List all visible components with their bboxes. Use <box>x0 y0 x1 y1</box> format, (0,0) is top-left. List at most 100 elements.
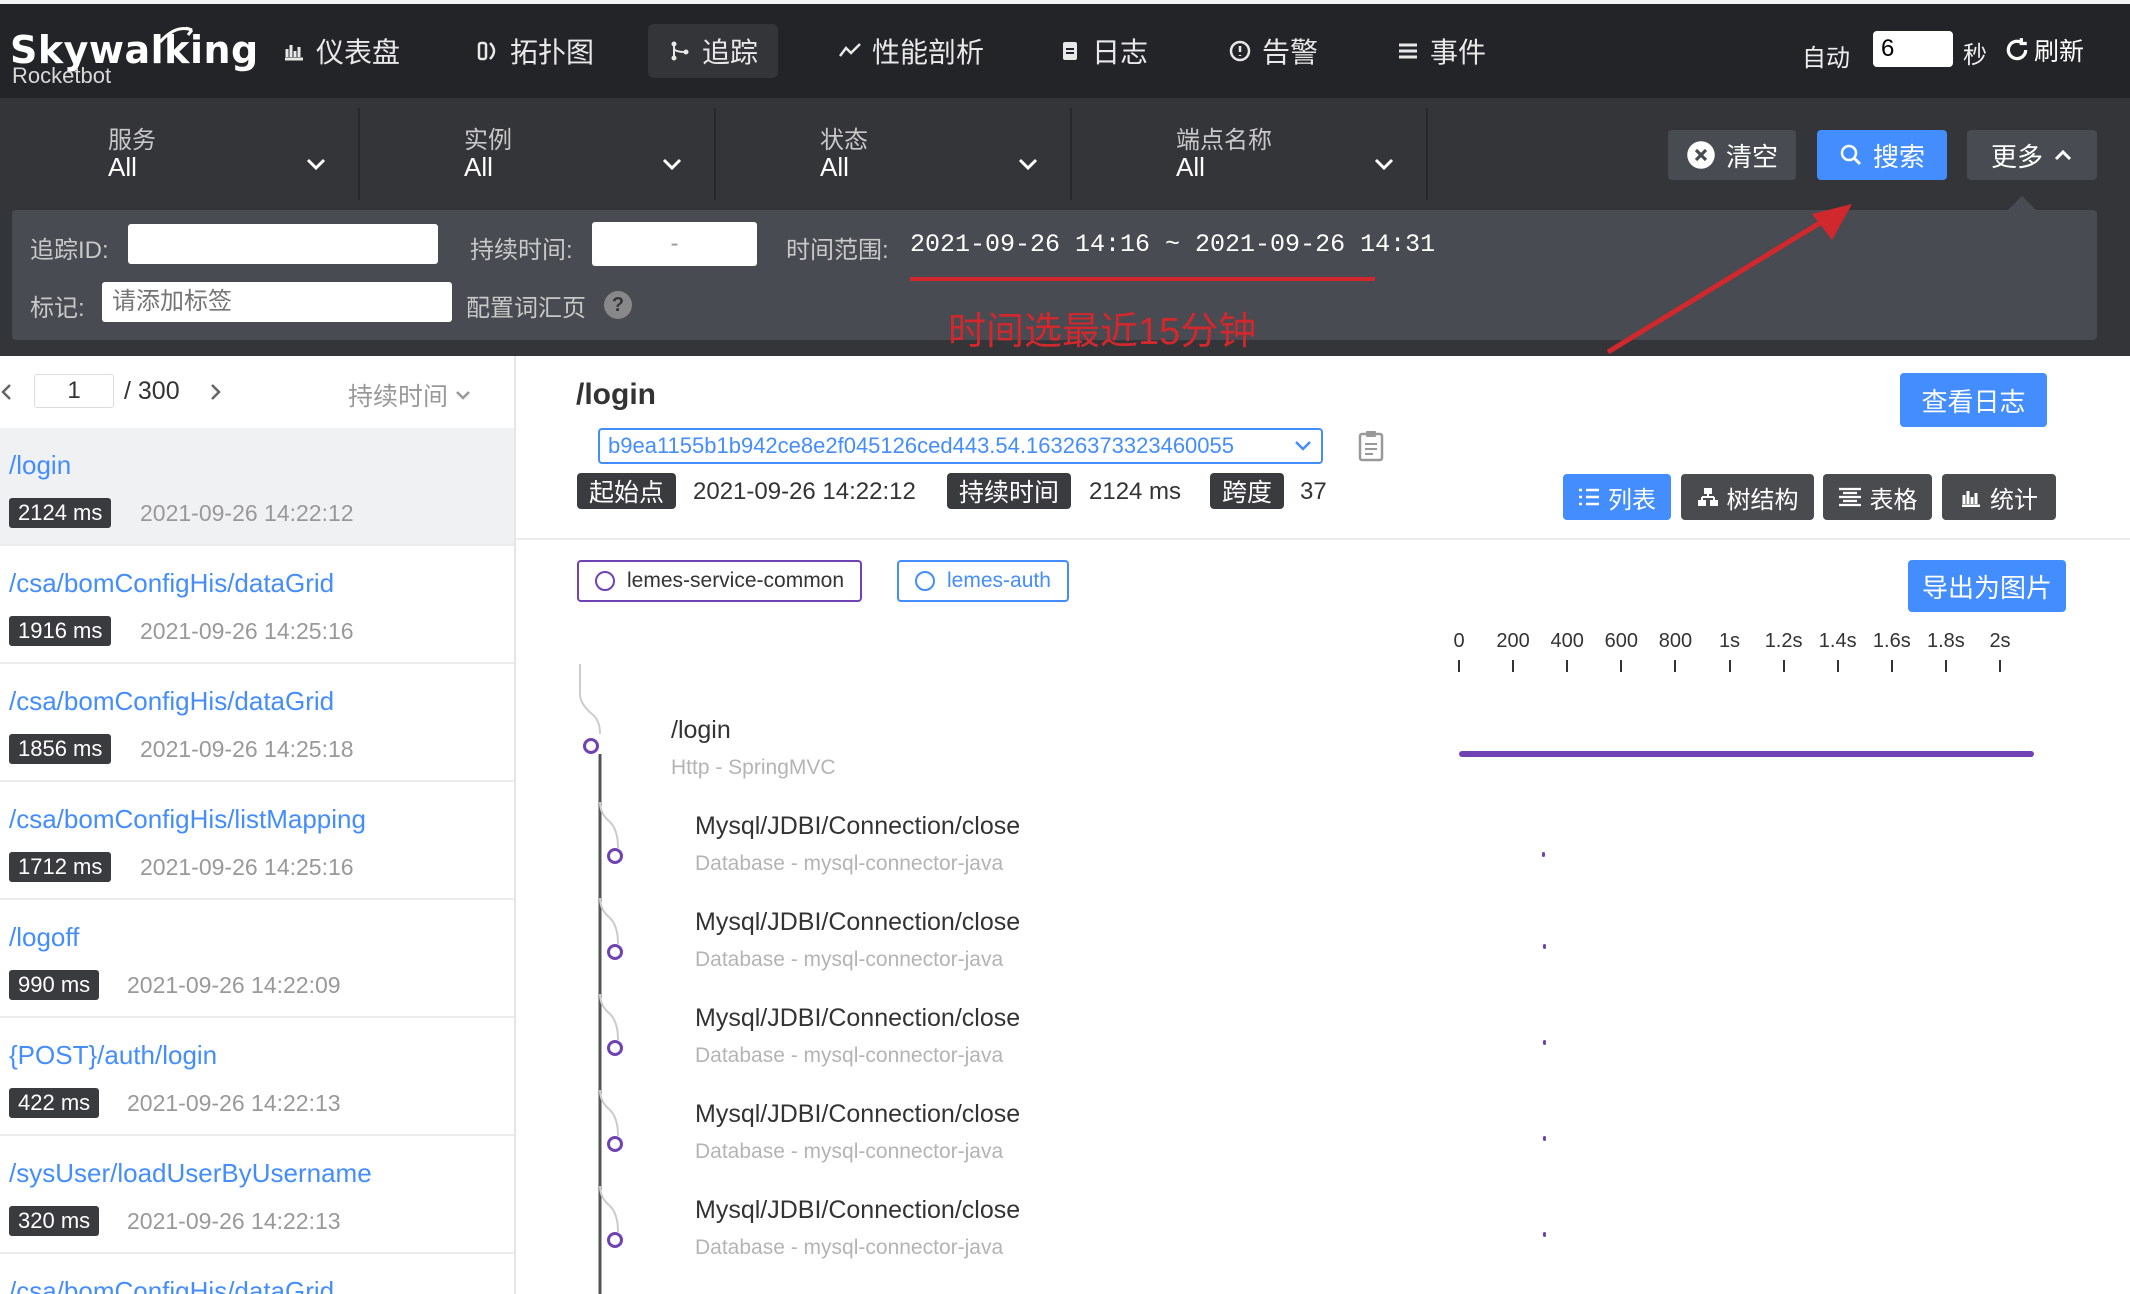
span-name[interactable]: Mysql/JDBI/Connection/close <box>695 908 1020 937</box>
axis-tick <box>1782 660 1785 672</box>
logo-swoosh-icon <box>158 26 194 44</box>
nav-alarm[interactable]: 告警 <box>1208 24 1338 78</box>
start-time-tag: 起始点 <box>577 473 677 509</box>
duration-tag: 持续时间 <box>947 473 1072 509</box>
tags-input[interactable] <box>102 282 452 322</box>
vocabulary-link[interactable]: 配置词汇页 <box>466 288 586 323</box>
trace-list-item[interactable]: {POST}/auth/login 422 ms 2021-09-26 14:2… <box>0 1018 514 1136</box>
auto-refresh-interval-input[interactable] <box>1873 31 1953 67</box>
trace-endpoint: {POST}/auth/login <box>9 1040 218 1070</box>
divider <box>516 538 2130 540</box>
chevron-right-icon[interactable] <box>210 382 222 402</box>
trace-list-item[interactable]: /csa/bomConfigHis/listMapping 1712 ms 20… <box>0 782 514 900</box>
view-tree-button[interactable]: 树结构 <box>1681 474 1814 520</box>
axis-tick-label: 1.2s <box>1764 630 1803 652</box>
trace-list-item[interactable]: /logoff 990 ms 2021-09-26 14:22:09 <box>0 900 514 1018</box>
trace-list-item[interactable]: /csa/bomConfigHis/dataGrid 1856 ms 2021-… <box>0 664 514 782</box>
annotation-arrow-icon <box>1606 204 1852 355</box>
view-list-button[interactable]: 列表 <box>1563 474 1671 520</box>
trace-list-item[interactable]: /sysUser/loadUserByUsername 320 ms 2021-… <box>0 1136 514 1254</box>
endpoint-label: 端点名称 <box>1176 127 1272 154</box>
dashboard-icon <box>285 45 303 61</box>
axis-tick <box>1566 660 1569 672</box>
trace-id-select[interactable]: b9ea1155b1b942ce8e2f045126ced443.54.1632… <box>598 428 1323 464</box>
duration-filter-label: 持续时间: <box>470 237 573 264</box>
axis-tick-label: 1.4s <box>1818 630 1857 652</box>
span-duration-bar[interactable] <box>1543 1136 1547 1141</box>
span-name[interactable]: Mysql/JDBI/Connection/close <box>695 1196 1020 1225</box>
instance-select[interactable]: 实例 All <box>358 108 716 200</box>
ring-icon <box>595 571 615 591</box>
refresh-button[interactable]: 刷新 <box>2004 32 2084 68</box>
search-button[interactable]: 搜索 <box>1817 130 1947 180</box>
tree-branch-line <box>599 801 619 849</box>
axis-tick-label: 0 <box>1453 630 1465 652</box>
axis-tick-label: 1s <box>1718 630 1741 652</box>
status-select[interactable]: 状态 All <box>714 108 1072 200</box>
start-time-value: 2021-09-26 14:22:12 <box>693 478 916 505</box>
refresh-icon <box>2006 38 2028 61</box>
clipboard-icon[interactable] <box>1358 430 1384 462</box>
trace-list-item[interactable]: /login 2124 ms 2021-09-26 14:22:12 <box>0 428 514 546</box>
clear-button[interactable]: 清空 <box>1668 130 1796 180</box>
span-duration-bar[interactable] <box>1459 751 2034 757</box>
chevron-down-icon <box>1018 158 1038 171</box>
axis-tick-label: 1.6s <box>1872 630 1911 652</box>
trace-timestamp: 2021-09-26 14:25:16 <box>140 854 354 880</box>
span-component: Database - mysql-connector-java <box>695 852 1004 875</box>
tree-icon <box>1697 488 1718 506</box>
trace-duration-badge: 2124 ms <box>9 498 112 528</box>
trace-icon <box>671 41 689 61</box>
service-name: lemes-auth <box>947 569 1051 592</box>
nav-dashboard[interactable]: 仪表盘 <box>262 24 420 78</box>
trace-id-input[interactable] <box>128 224 438 264</box>
span-duration-bar[interactable] <box>1542 852 1546 857</box>
axis-tick-label: 200 <box>1496 630 1530 652</box>
span-name[interactable]: Mysql/JDBI/Connection/close <box>695 1004 1020 1033</box>
trace-endpoint: /sysUser/loadUserByUsername <box>9 1158 372 1188</box>
trace-list-item[interactable]: /csa/bomConfigHis/dataGrid 1916 ms 2021-… <box>0 546 514 664</box>
nav-log[interactable]: 日志 <box>1038 24 1168 78</box>
span-duration-bar[interactable] <box>1543 1232 1547 1237</box>
nav-topology[interactable]: 拓扑图 <box>456 24 614 78</box>
span-name[interactable]: Mysql/JDBI/Connection/close <box>695 1100 1020 1129</box>
span-duration-bar[interactable] <box>1543 944 1547 949</box>
trace-duration-badge: 990 ms <box>9 970 100 1000</box>
view-stats-button[interactable]: 统计 <box>1942 474 2056 520</box>
log-icon <box>1063 42 1077 60</box>
search-label: 搜索 <box>1872 141 1925 172</box>
axis-tick-label: 400 <box>1550 630 1584 652</box>
span-name[interactable]: Mysql/JDBI/Connection/close <box>695 812 1020 841</box>
more-button[interactable]: 更多 <box>1967 130 2097 180</box>
endpoint-select[interactable]: 端点名称 All <box>1070 108 1428 200</box>
trace-list-item[interactable]: /csa/bomConfigHis/dataGrid <box>0 1254 514 1294</box>
service-select[interactable]: 服务 All <box>2 108 360 200</box>
chevron-left-icon[interactable] <box>0 382 12 402</box>
view-logs-button[interactable]: 查看日志 <box>1900 373 2047 427</box>
annotation-text: 时间选最近15分钟 <box>948 311 1257 353</box>
page-number-input[interactable] <box>34 374 114 408</box>
duration-range-input[interactable]: - <box>592 222 757 266</box>
chevron-down-icon <box>1374 158 1394 171</box>
view-table-button[interactable]: 表格 <box>1823 474 1932 520</box>
span-name[interactable]: /login <box>671 716 731 745</box>
sort-select[interactable]: 持续时间 <box>348 377 472 413</box>
close-circle-icon <box>1687 141 1715 169</box>
nav-profile[interactable]: 性能剖析 <box>818 24 1004 78</box>
span-component: Database - mysql-connector-java <box>695 1236 1004 1259</box>
service-filter-tag[interactable]: lemes-auth <box>897 560 1069 602</box>
tree-branch-line <box>599 1089 619 1137</box>
help-icon[interactable]: ? <box>604 291 632 319</box>
instance-label: 实例 <box>464 127 512 154</box>
service-filter-tag[interactable]: lemes-service-common <box>577 560 863 602</box>
export-image-button[interactable]: 导出为图片 <box>1908 560 2066 612</box>
time-range-picker[interactable]: 2021-09-26 14:16 ~ 2021-09-26 14:31 <box>910 230 1435 259</box>
alarm-icon <box>1229 40 1251 62</box>
tags-label: 标记: <box>30 295 85 322</box>
trace-duration-badge: 320 ms <box>9 1206 100 1236</box>
nav-trace[interactable]: 追踪 <box>648 24 779 78</box>
axis-tick <box>1674 660 1677 672</box>
tree-branch-line <box>579 664 601 735</box>
nav-event[interactable]: 事件 <box>1376 24 1506 78</box>
span-duration-bar[interactable] <box>1543 1040 1547 1045</box>
